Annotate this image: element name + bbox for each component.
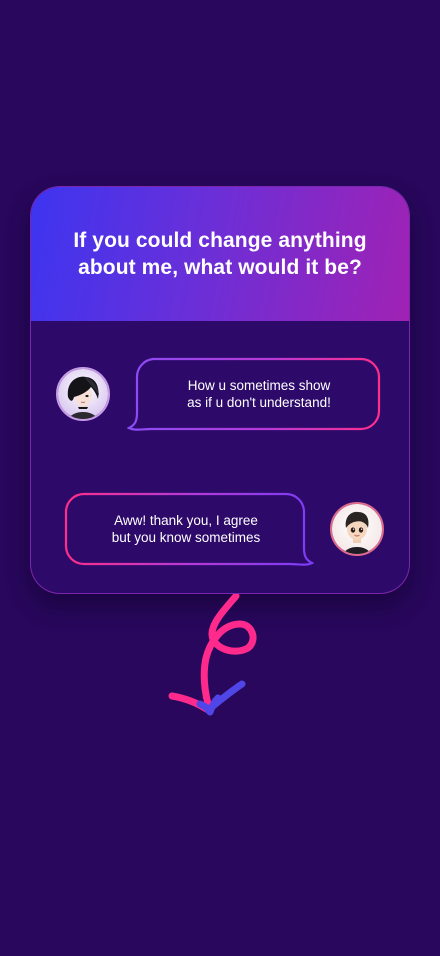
message-line: Aww! thank you, I agree <box>114 513 258 528</box>
message-text: How u sometimes show as if u don't under… <box>149 377 369 411</box>
message-bubble-incoming[interactable]: How u sometimes show as if u don't under… <box>127 357 381 433</box>
emo-girl-avatar[interactable] <box>56 367 110 421</box>
card-header: If you could change anything about me, w… <box>31 187 409 321</box>
question-card: If you could change anything about me, w… <box>30 186 410 594</box>
message-bubble-reply[interactable]: Aww! thank you, I agree but you know som… <box>64 492 314 568</box>
curly-down-arrow-icon <box>160 592 260 729</box>
message-line: How u sometimes show <box>187 378 331 393</box>
message-line: but you know sometimes <box>111 530 261 545</box>
message-line: as if u don't understand! <box>187 395 331 410</box>
message-text: Aww! thank you, I agree but you know som… <box>76 512 296 546</box>
boy-avatar[interactable] <box>330 502 384 556</box>
card-title: If you could change anything about me, w… <box>73 229 367 279</box>
